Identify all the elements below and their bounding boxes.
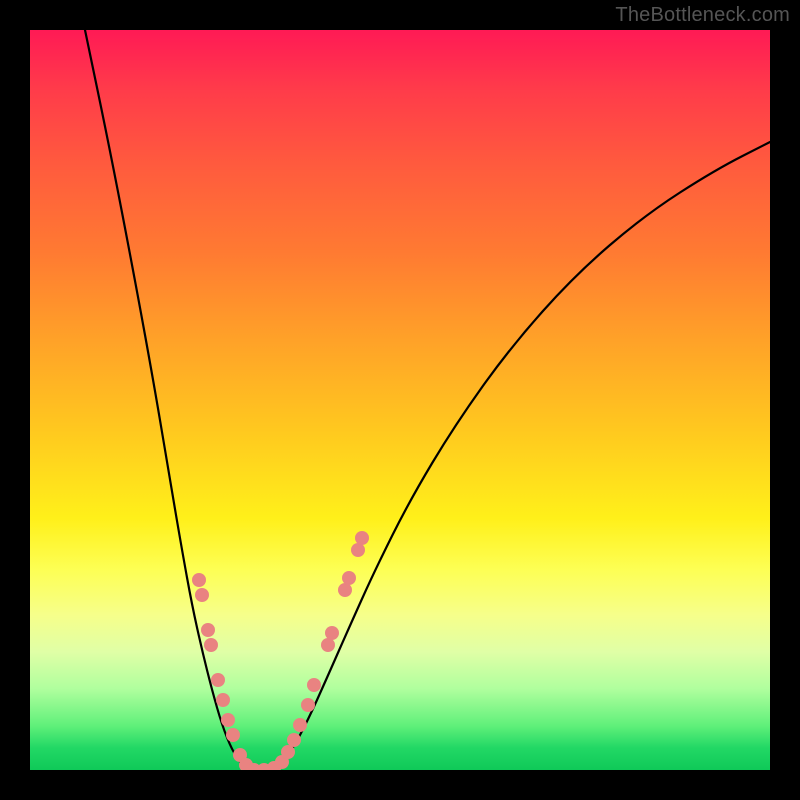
data-marker xyxy=(195,588,209,602)
data-marker xyxy=(355,531,369,545)
curve-svg xyxy=(30,30,770,770)
marker-group xyxy=(192,531,369,770)
data-marker xyxy=(201,623,215,637)
data-marker xyxy=(351,543,365,557)
data-marker xyxy=(307,678,321,692)
data-marker xyxy=(342,571,356,585)
curve-left-branch xyxy=(85,30,250,770)
data-marker xyxy=(287,733,301,747)
data-marker xyxy=(281,745,295,759)
chart-frame: TheBottleneck.com xyxy=(0,0,800,800)
data-marker xyxy=(216,693,230,707)
data-marker xyxy=(204,638,218,652)
curve-right-branch xyxy=(270,142,770,770)
data-marker xyxy=(211,673,225,687)
data-marker xyxy=(325,626,339,640)
watermark-text: TheBottleneck.com xyxy=(615,4,790,27)
plot-area xyxy=(30,30,770,770)
data-marker xyxy=(321,638,335,652)
data-marker xyxy=(192,573,206,587)
data-marker xyxy=(338,583,352,597)
data-marker xyxy=(301,698,315,712)
data-marker xyxy=(226,728,240,742)
data-marker xyxy=(221,713,235,727)
data-marker xyxy=(293,718,307,732)
